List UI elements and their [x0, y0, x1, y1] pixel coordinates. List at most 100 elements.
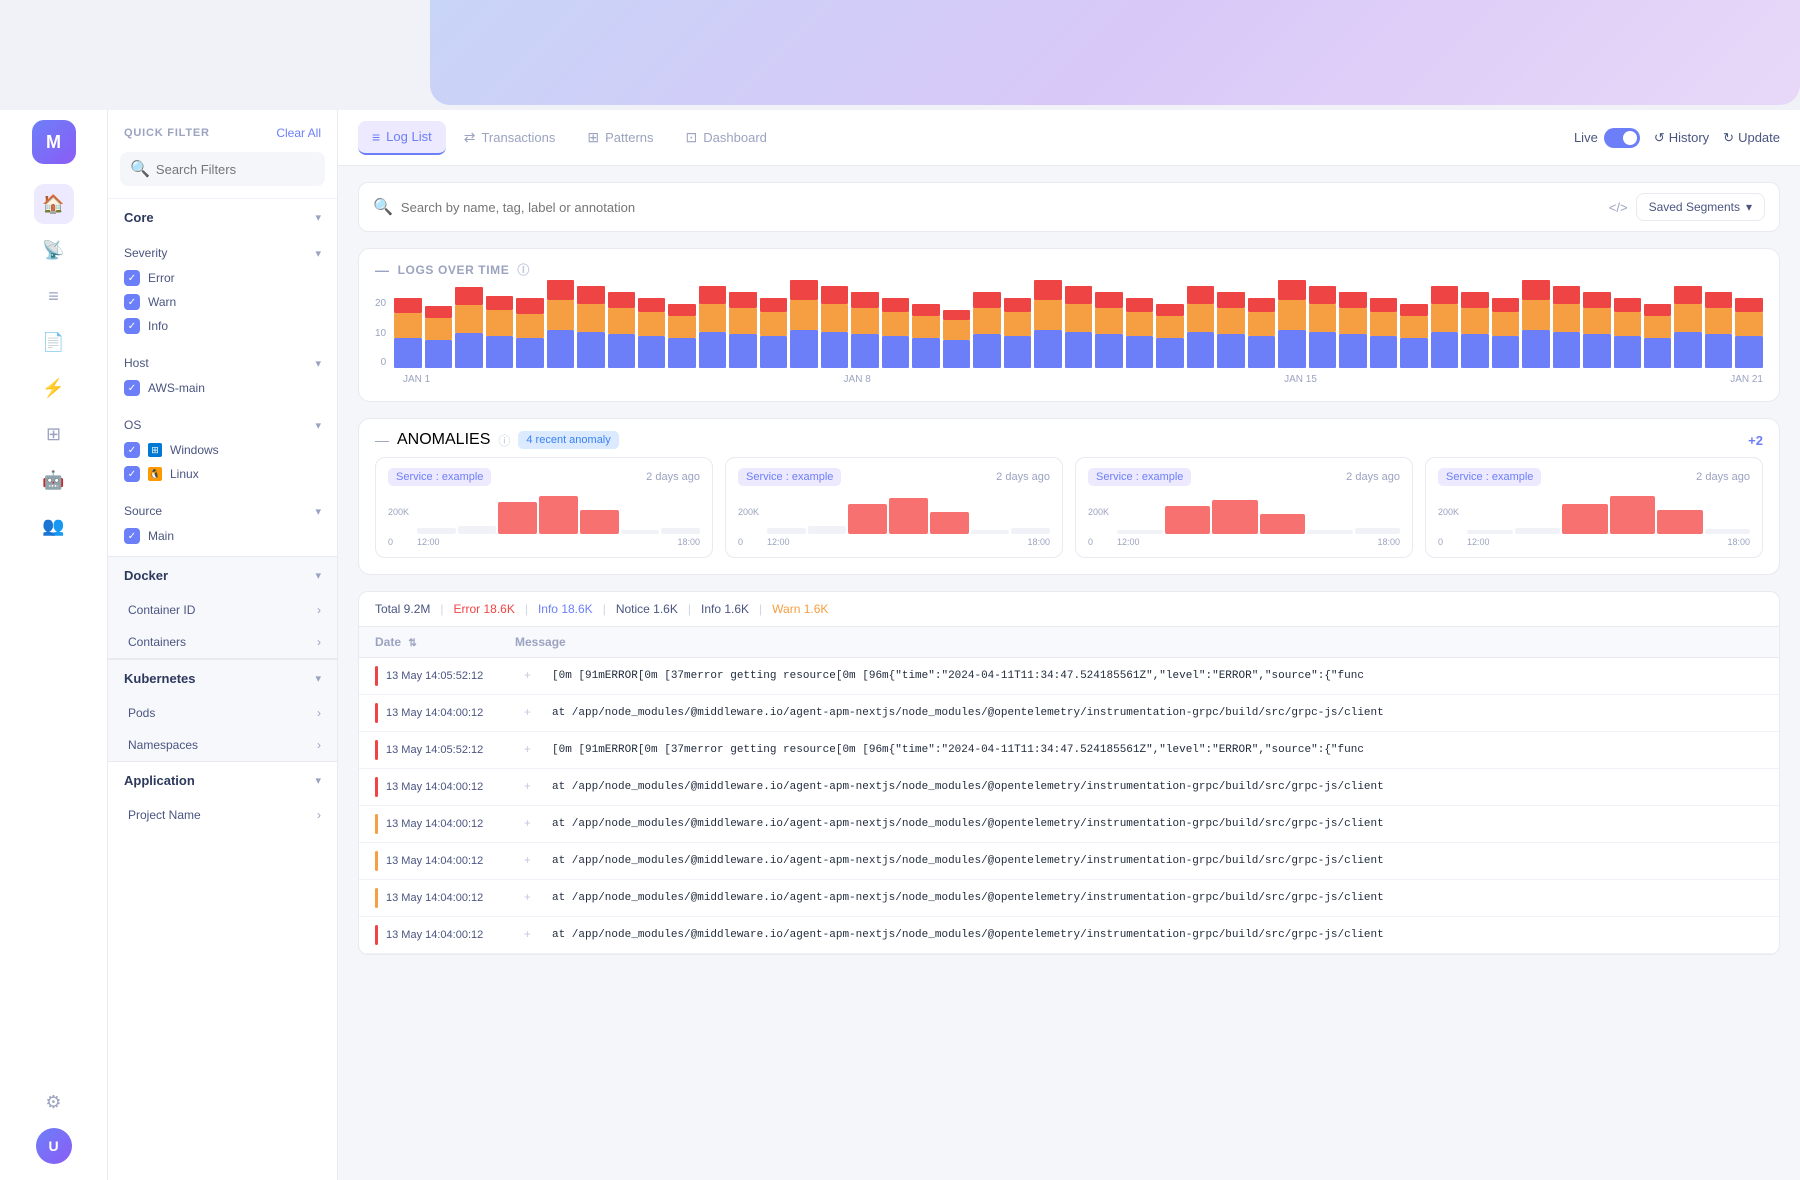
separator: | [759, 602, 762, 616]
bar-red [547, 280, 574, 300]
main-search-input[interactable] [401, 200, 1601, 215]
bar-blue [1004, 336, 1031, 368]
source-main-item[interactable]: ✓ Main [124, 524, 321, 548]
severity-error-item[interactable]: ✓ Error [124, 266, 321, 290]
log-expand-button[interactable]: + [524, 855, 544, 867]
docker-section: Docker ▾ Container ID › Containers › [108, 556, 337, 659]
saved-segments-button[interactable]: Saved Segments ▾ [1636, 193, 1765, 221]
bar-red [1339, 292, 1366, 308]
bar-orange [821, 304, 848, 332]
clear-all-button[interactable]: Clear All [276, 126, 321, 140]
source-header[interactable]: Source ▾ [124, 498, 321, 524]
namespaces-item[interactable]: Namespaces › [108, 729, 337, 761]
bar-blue [638, 336, 665, 368]
bar-orange [1095, 308, 1122, 334]
severity-subsection: Severity ▾ ✓ Error ✓ Warn ✓ Info [108, 236, 337, 346]
history-button[interactable]: ↺ History [1654, 130, 1709, 146]
severity-header[interactable]: Severity ▾ [124, 240, 321, 266]
main-search-bar[interactable]: 🔍 </> Saved Segments ▾ [358, 182, 1780, 232]
log-expand-button[interactable]: + [524, 781, 544, 793]
nav-home[interactable]: 🏠 [34, 184, 74, 224]
application-section-header[interactable]: Application ▾ [108, 762, 337, 799]
anomalies-collapse-button[interactable]: — [375, 432, 389, 448]
chart-x-1800: 18:00 [677, 537, 700, 547]
os-windows-item[interactable]: ✓ ⊞ Windows [124, 438, 321, 462]
bar-blue [516, 338, 543, 368]
table-row[interactable]: 13 May 14:05:52:12+[0m [91mERROR[0m [37m… [359, 732, 1779, 769]
nav-bot[interactable]: 🤖 [34, 460, 74, 500]
os-linux-item[interactable]: ✓ 🐧 Linux [124, 462, 321, 486]
table-row[interactable]: 13 May 14:04:00:12+at /app/node_modules/… [359, 917, 1779, 954]
project-name-item[interactable]: Project Name › [108, 799, 337, 831]
filter-search-box[interactable]: 🔍 [120, 152, 325, 186]
x-labels: JAN 1 JAN 8 JAN 15 JAN 21 [403, 374, 1763, 385]
y-label-0: 0 [375, 357, 386, 368]
table-row[interactable]: 13 May 14:04:00:12+at /app/node_modules/… [359, 880, 1779, 917]
table-row[interactable]: 13 May 14:04:00:12+at /app/node_modules/… [359, 843, 1779, 880]
anomaly-count-badge: 4 recent anomaly [518, 431, 618, 449]
warn-checkbox[interactable]: ✓ [124, 294, 140, 310]
docker-section-header[interactable]: Docker ▾ [108, 557, 337, 594]
kubernetes-section-header[interactable]: Kubernetes ▾ [108, 660, 337, 697]
filter-search-input[interactable] [156, 162, 315, 177]
aws-checkbox[interactable]: ✓ [124, 380, 140, 396]
log-expand-button[interactable]: + [524, 670, 544, 682]
log-expand-button[interactable]: + [524, 892, 544, 904]
bar-group [394, 298, 421, 368]
table-row[interactable]: 13 May 14:04:00:12+at /app/node_modules/… [359, 695, 1779, 732]
log-expand-button[interactable]: + [524, 707, 544, 719]
log-expand-button[interactable]: + [524, 818, 544, 830]
nav-users[interactable]: 👥 [34, 506, 74, 546]
table-row[interactable]: 13 May 14:04:00:12+at /app/node_modules/… [359, 806, 1779, 843]
collapse-button[interactable]: — [375, 262, 390, 278]
main-checkbox[interactable]: ✓ [124, 528, 140, 544]
chevron-right-icon: › [317, 603, 321, 617]
container-id-item[interactable]: Container ID › [108, 594, 337, 626]
table-row[interactable]: 13 May 14:04:00:12+at /app/node_modules/… [359, 769, 1779, 806]
host-aws-item[interactable]: ✓ AWS-main [124, 376, 321, 400]
bar-red [912, 304, 939, 316]
anomalies-info-icon[interactable]: ⓘ [498, 432, 510, 449]
severity-warn-item[interactable]: ✓ Warn [124, 290, 321, 314]
host-header[interactable]: Host ▾ [124, 350, 321, 376]
containers-item[interactable]: Containers › [108, 626, 337, 658]
bar-blue [1095, 334, 1122, 368]
info-icon[interactable]: ⓘ [517, 261, 530, 278]
os-header[interactable]: OS ▾ [124, 412, 321, 438]
nav-settings[interactable]: ⚙ [34, 1082, 74, 1122]
tab-transactions[interactable]: ⇄ Transactions [450, 121, 570, 154]
tab-dashboard[interactable]: ⊡ Dashboard [672, 121, 781, 154]
log-date: 13 May 14:05:52:12 [386, 744, 516, 756]
bar-blue [547, 330, 574, 368]
bar-orange [1339, 308, 1366, 334]
bar-group [1004, 298, 1031, 368]
nav-traces[interactable]: 📡 [34, 230, 74, 270]
windows-checkbox[interactable]: ✓ [124, 442, 140, 458]
linux-checkbox[interactable]: ✓ [124, 466, 140, 482]
info-checkbox[interactable]: ✓ [124, 318, 140, 334]
bar-orange [1278, 300, 1305, 330]
severity-info-item[interactable]: ✓ Info [124, 314, 321, 338]
update-button[interactable]: ↻ Update [1723, 130, 1780, 146]
tab-log-list[interactable]: ≡ Log List [358, 121, 446, 155]
nav-dashboards[interactable]: ⊞ [34, 414, 74, 454]
dashboard-icon: ⊡ [686, 129, 698, 146]
pods-item[interactable]: Pods › [108, 697, 337, 729]
error-checkbox[interactable]: ✓ [124, 270, 140, 286]
nav-logs[interactable]: ≡ [34, 276, 74, 316]
log-expand-button[interactable]: + [524, 929, 544, 941]
bar-red [943, 310, 970, 320]
separator: | [603, 602, 606, 616]
bar-orange [1461, 308, 1488, 334]
bar-blue [1156, 338, 1183, 368]
nav-files[interactable]: 📄 [34, 322, 74, 362]
nav-alerts[interactable]: ⚡ [34, 368, 74, 408]
tab-patterns[interactable]: ⊞ Patterns [573, 121, 667, 154]
bar-blue [1339, 334, 1366, 368]
core-section-header[interactable]: Core ▾ [108, 199, 337, 236]
live-toggle[interactable] [1604, 128, 1640, 148]
log-message: at /app/node_modules/@middleware.io/agen… [552, 818, 1763, 830]
log-expand-button[interactable]: + [524, 744, 544, 756]
user-avatar[interactable]: U [36, 1128, 72, 1164]
table-row[interactable]: 13 May 14:05:52:12+[0m [91mERROR[0m [37m… [359, 658, 1779, 695]
